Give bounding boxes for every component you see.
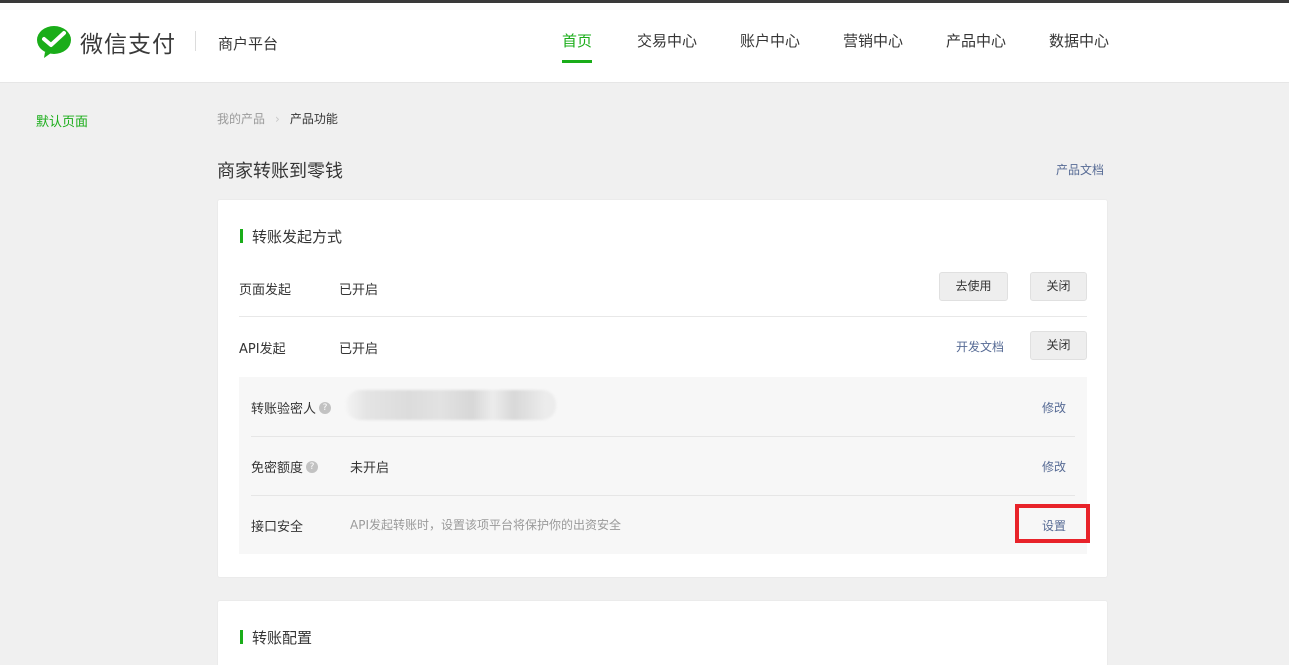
section-title-transfer-method: 转账发起方式 bbox=[240, 226, 342, 247]
verifier-value-blurred bbox=[346, 390, 556, 420]
transfer-method-card: 转账发起方式 页面发起 已开启 去使用 关闭 API发起 已开启 开发文档 关闭… bbox=[217, 199, 1108, 578]
product-doc-link[interactable]: 产品文档 bbox=[1056, 161, 1104, 178]
top-header: 微信支付 商户平台 首页 交易中心 账户中心 营销中心 产品中心 数据中心 bbox=[0, 3, 1289, 83]
page-title: 商家转账到零钱 bbox=[217, 161, 343, 182]
api-settings-panel: 转账验密人 ? 修改 免密额度 ? 未开启 修改 接口安全 API发起转账时，设… bbox=[239, 377, 1087, 554]
verifier-label: 转账验密人 bbox=[251, 402, 317, 417]
nav-data[interactable]: 数据中心 bbox=[1049, 30, 1109, 83]
chevron-right-icon: › bbox=[275, 111, 280, 126]
breadcrumb-parent[interactable]: 我的产品 bbox=[217, 110, 265, 127]
dev-doc-link[interactable]: 开发文档 bbox=[956, 338, 1004, 355]
verifier-row: 转账验密人 ? 修改 bbox=[239, 377, 1087, 436]
sidebar-item-default[interactable]: 默认页面 bbox=[36, 111, 88, 130]
breadcrumb: 我的产品 › 产品功能 bbox=[217, 110, 338, 127]
api-initiate-status: 已开启 bbox=[339, 342, 379, 357]
section-title-transfer-config: 转账配置 bbox=[240, 627, 312, 648]
free-limit-status: 未开启 bbox=[350, 461, 390, 476]
api-security-row: 接口安全 API发起转账时，设置该项平台将保护你的出资安全 设置 bbox=[239, 495, 1087, 554]
free-limit-label: 免密额度 bbox=[251, 461, 304, 476]
go-use-button[interactable]: 去使用 bbox=[939, 272, 1008, 301]
api-security-label: 接口安全 bbox=[251, 520, 304, 535]
nav-account[interactable]: 账户中心 bbox=[740, 30, 800, 83]
api-security-hint: API发起转账时，设置该项平台将保护你的出资安全 bbox=[350, 518, 621, 532]
nav-products[interactable]: 产品中心 bbox=[946, 30, 1006, 83]
wechat-pay-logo[interactable]: 微信支付 bbox=[36, 25, 176, 59]
page-initiate-row: 页面发起 已开启 去使用 关闭 bbox=[239, 258, 1087, 317]
nav-marketing[interactable]: 营销中心 bbox=[843, 30, 903, 83]
wechat-pay-logo-icon bbox=[37, 26, 71, 58]
free-limit-edit-link[interactable]: 修改 bbox=[1042, 458, 1066, 475]
api-initiate-label: API发起 bbox=[239, 342, 286, 357]
breadcrumb-current: 产品功能 bbox=[289, 112, 338, 126]
help-icon[interactable]: ? bbox=[306, 460, 319, 473]
api-security-setting-link[interactable]: 设置 bbox=[1042, 517, 1066, 534]
platform-name: 商户平台 bbox=[218, 35, 279, 53]
verifier-edit-link[interactable]: 修改 bbox=[1042, 399, 1066, 416]
nav-transactions[interactable]: 交易中心 bbox=[637, 30, 697, 83]
nav-home[interactable]: 首页 bbox=[562, 30, 593, 83]
verifier-label-group: 转账验密人 ? bbox=[251, 398, 332, 417]
brand-name: 微信支付 bbox=[80, 32, 176, 58]
page-initiate-label: 页面发起 bbox=[239, 283, 292, 298]
page-initiate-status: 已开启 bbox=[339, 283, 379, 298]
page-close-button[interactable]: 关闭 bbox=[1030, 272, 1087, 301]
help-icon[interactable]: ? bbox=[319, 401, 332, 414]
transfer-config-card: 转账配置 bbox=[217, 600, 1108, 665]
free-limit-row: 免密额度 ? 未开启 修改 bbox=[239, 436, 1087, 495]
api-close-button[interactable]: 关闭 bbox=[1030, 331, 1087, 360]
header-divider bbox=[195, 31, 196, 51]
free-limit-label-group: 免密额度 ? bbox=[251, 457, 319, 476]
api-initiate-row: API发起 已开启 开发文档 关闭 bbox=[239, 317, 1087, 376]
